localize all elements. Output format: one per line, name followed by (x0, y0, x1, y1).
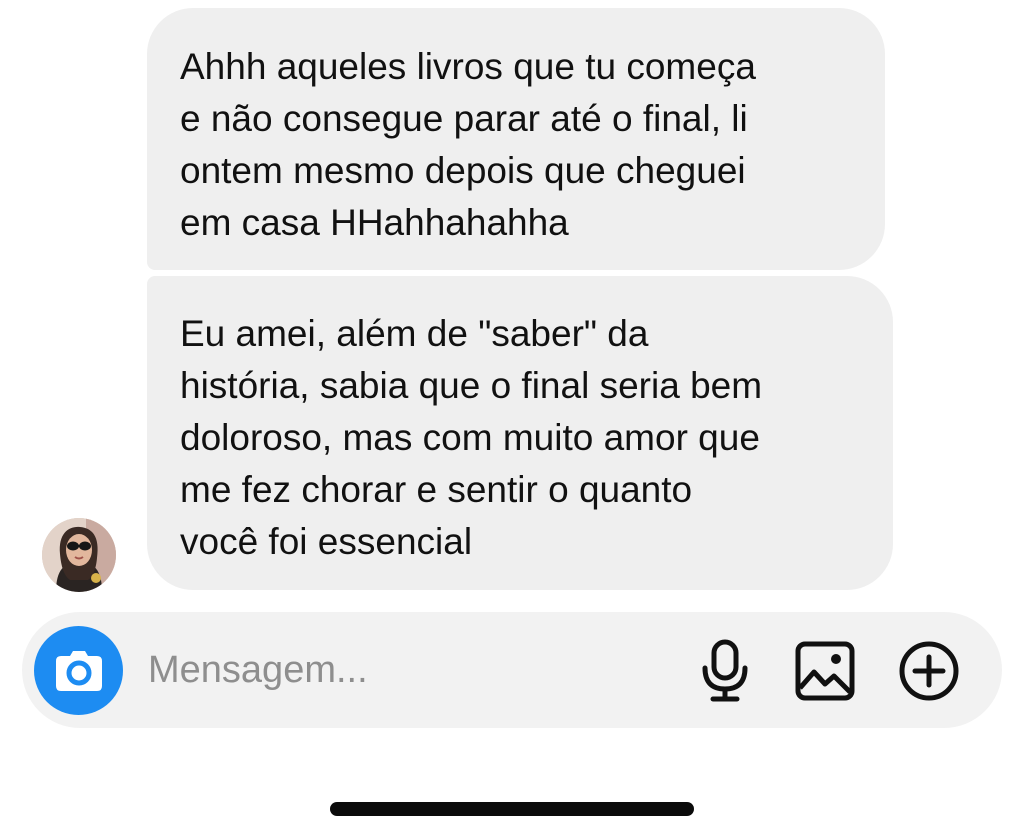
message-input[interactable] (148, 638, 668, 702)
image-icon (795, 641, 855, 701)
message-text-line: ontem mesmo depois que cheguei (180, 150, 746, 191)
message-text-line: Ahhh aqueles livros que tu começa (180, 46, 756, 87)
message-text-line: história, sabia que o final seria bem (180, 365, 763, 406)
microphone-button[interactable] (690, 636, 760, 706)
message-text-line: me fez chorar e sentir o quanto (180, 469, 693, 510)
avatar-photo (42, 518, 116, 592)
camera-button[interactable] (34, 626, 123, 715)
microphone-icon (702, 639, 748, 702)
message-text-line: Eu amei, além de "saber" da (180, 313, 649, 354)
message-bubble[interactable]: Eu amei, além de "saber" da história, sa… (147, 276, 893, 590)
add-button[interactable] (894, 636, 964, 706)
camera-icon (55, 650, 102, 691)
message-composer (22, 612, 1002, 728)
home-indicator[interactable] (330, 802, 694, 816)
gallery-button[interactable] (790, 636, 860, 706)
message-text-line: doloroso, mas com muito amor que (180, 417, 760, 458)
message-text-line: você foi essencial (180, 521, 473, 562)
message-text-line: em casa HHahhahahha (180, 202, 569, 243)
chat-screen: Ahhh aqueles livros que tu começa e não … (0, 0, 1024, 838)
plus-circle-icon (899, 641, 959, 701)
message-bubble[interactable]: Ahhh aqueles livros que tu começa e não … (147, 8, 885, 270)
contact-avatar[interactable] (42, 518, 116, 592)
message-text-line: e não consegue parar até o final, li (180, 98, 748, 139)
